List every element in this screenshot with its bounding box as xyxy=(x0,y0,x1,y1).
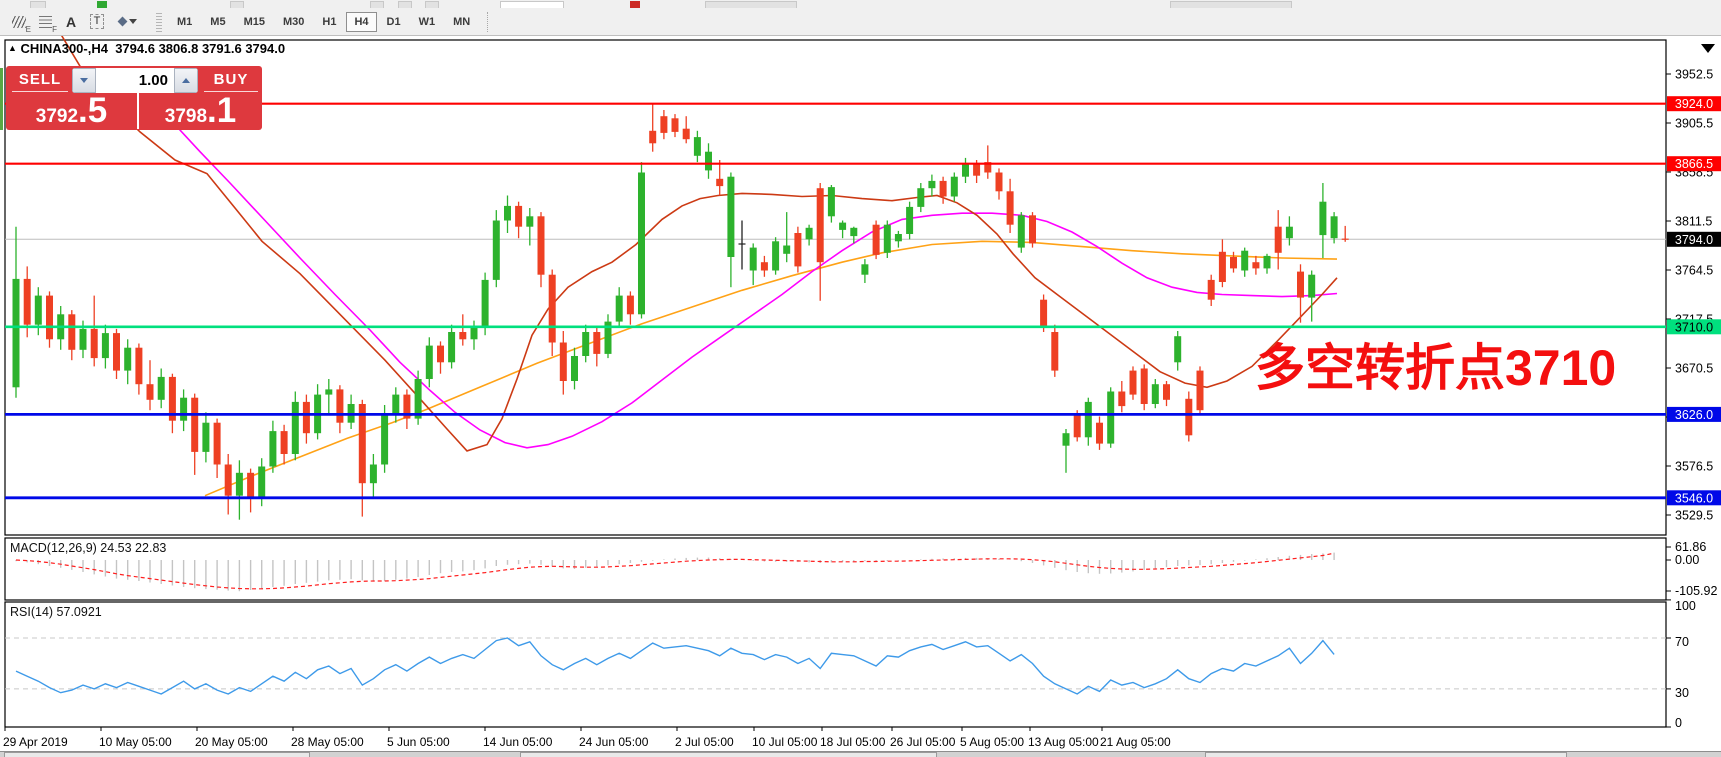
svg-text:3529.5: 3529.5 xyxy=(1675,509,1713,523)
docked-window-fragment xyxy=(520,752,937,757)
chart-shift-marker-icon xyxy=(1701,44,1715,53)
svg-text:3794.0: 3794.0 xyxy=(1675,233,1713,247)
volume-spinner xyxy=(72,68,198,93)
svg-text:3905.5: 3905.5 xyxy=(1675,117,1713,131)
timeframe-button-mn[interactable]: MN xyxy=(445,12,478,32)
svg-text:2 Jul 05:00: 2 Jul 05:00 xyxy=(675,735,734,749)
timeframe-button-d1[interactable]: D1 xyxy=(379,12,409,32)
svg-text:5 Aug 05:00: 5 Aug 05:00 xyxy=(960,735,1024,749)
svg-text:3576.5: 3576.5 xyxy=(1675,460,1713,474)
svg-text:0.00: 0.00 xyxy=(1675,553,1699,567)
docked-window-fragment xyxy=(1205,752,1567,757)
collapse-arrow-icon[interactable]: ▲ xyxy=(8,43,17,53)
timeframe-button-m5[interactable]: M5 xyxy=(202,12,233,32)
svg-text:3924.0: 3924.0 xyxy=(1675,97,1713,111)
svg-text:14 Jun 05:00: 14 Jun 05:00 xyxy=(483,735,553,749)
svg-text:21 Aug 05:00: 21 Aug 05:00 xyxy=(1100,735,1171,749)
svg-text:-105.92: -105.92 xyxy=(1675,584,1717,598)
sell-button[interactable]: SELL xyxy=(10,69,70,90)
chevron-down-icon[interactable] xyxy=(129,19,137,24)
one-click-trading-panel: SELL BUY 3792.5 3798.1 xyxy=(6,66,262,130)
text-icon[interactable]: A xyxy=(59,11,83,33)
svg-text:29 Apr 2019: 29 Apr 2019 xyxy=(3,735,68,749)
volume-input[interactable] xyxy=(96,68,174,93)
chart-area[interactable]: 3952.53905.53858.53811.53764.53717.53670… xyxy=(0,36,1721,757)
time-axis[interactable]: 29 Apr 2019 10 May 05:00 20 May 05:00 28 Ma… xyxy=(3,727,1171,749)
timeframe-button-h4[interactable]: H4 xyxy=(346,12,376,32)
svg-text:3866.5: 3866.5 xyxy=(1675,157,1713,171)
icon-sub-label: E xyxy=(26,25,31,34)
symbol-label: CHINA300-,H4 xyxy=(21,41,108,56)
timeframe-button-h1[interactable]: H1 xyxy=(314,12,344,32)
icon-sub-label: F xyxy=(52,25,57,34)
svg-text:5 Jun 05:00: 5 Jun 05:00 xyxy=(387,735,450,749)
svg-text:13 Aug 05:00: 13 Aug 05:00 xyxy=(1028,735,1099,749)
svg-text:3811.5: 3811.5 xyxy=(1675,215,1712,229)
sell-price-display[interactable]: 3792.5 xyxy=(8,93,135,129)
chart-annotation-text: 多空转折点3710 xyxy=(1255,341,1616,395)
svg-text:70: 70 xyxy=(1675,635,1689,649)
svg-text:3764.5: 3764.5 xyxy=(1675,264,1713,278)
mt4-window: E F A T M1M5M15M30H1H4D1W1MN 3952.5 3905.… xyxy=(0,0,1721,757)
volume-decrease-button[interactable] xyxy=(72,68,96,93)
macd-indicator-label: MACD(12,26,9) 24.53 22.83 xyxy=(10,541,166,555)
svg-text:18 Jul 05:00: 18 Jul 05:00 xyxy=(820,735,886,749)
volume-increase-button[interactable] xyxy=(174,68,198,93)
price-axis[interactable]: 3952.53905.53858.53811.53764.53717.53670… xyxy=(1666,68,1721,523)
svg-text:10 Jul 05:00: 10 Jul 05:00 xyxy=(752,735,818,749)
svg-text:10 May 05:00: 10 May 05:00 xyxy=(99,735,172,749)
toolbar-separator xyxy=(487,12,488,32)
spin-down-icon xyxy=(80,78,88,83)
svg-text:26 Jul 05:00: 26 Jul 05:00 xyxy=(890,735,956,749)
fibonacci-icon[interactable]: F xyxy=(33,11,57,33)
timeframe-button-m15[interactable]: M15 xyxy=(236,12,273,32)
svg-text:0: 0 xyxy=(1675,716,1682,730)
svg-text:30: 30 xyxy=(1675,686,1689,700)
arrows-icon[interactable] xyxy=(111,11,145,33)
toolbar-grip[interactable] xyxy=(156,12,162,32)
svg-text:3546.0: 3546.0 xyxy=(1675,491,1713,505)
svg-text:24 Jun 05:00: 24 Jun 05:00 xyxy=(579,735,649,749)
buy-button[interactable]: BUY xyxy=(202,69,260,90)
equidistant-channel-icon[interactable]: E xyxy=(7,11,31,33)
timeframe-buttons: M1M5M15M30H1H4D1W1MN xyxy=(168,12,479,32)
toolbar: E F A T M1M5M15M30H1H4D1W1MN xyxy=(0,8,1721,36)
panel-edge-bar xyxy=(0,68,3,130)
spin-up-icon xyxy=(182,78,190,83)
svg-text:61.86: 61.86 xyxy=(1675,540,1706,554)
svg-text:3626.0: 3626.0 xyxy=(1675,408,1713,422)
timeframe-button-w1[interactable]: W1 xyxy=(411,12,444,32)
svg-text:20 May 05:00: 20 May 05:00 xyxy=(195,735,268,749)
label-icon[interactable]: T xyxy=(85,11,109,33)
docked-window-fragment xyxy=(4,752,310,757)
timeframe-button-m1[interactable]: M1 xyxy=(169,12,200,32)
svg-text:28 May 05:00: 28 May 05:00 xyxy=(291,735,364,749)
svg-text:3952.5: 3952.5 xyxy=(1675,68,1713,82)
buy-price-display[interactable]: 3798.1 xyxy=(137,93,262,129)
chart-symbol-header: ▲ CHINA300-,H4 3794.6 3806.8 3791.6 3794… xyxy=(8,41,285,56)
svg-text:3670.5: 3670.5 xyxy=(1675,362,1713,376)
svg-text:3710.0: 3710.0 xyxy=(1675,320,1713,334)
timeframe-button-m30[interactable]: M30 xyxy=(275,12,312,32)
rsi-indicator-label: RSI(14) 57.0921 xyxy=(10,605,102,619)
svg-text:100: 100 xyxy=(1675,599,1696,613)
ohlc-values: 3794.6 3806.8 3791.6 3794.0 xyxy=(115,41,285,56)
